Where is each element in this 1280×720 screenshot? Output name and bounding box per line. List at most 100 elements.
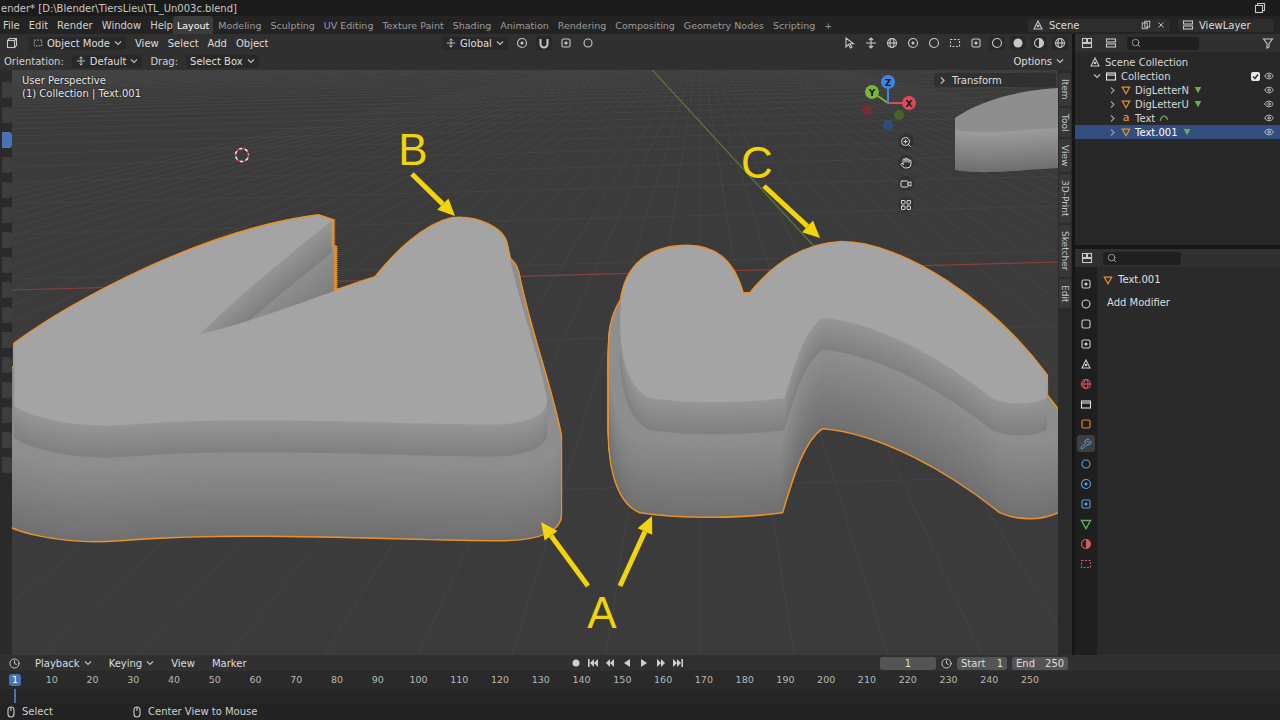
eye-icon[interactable] — [1264, 127, 1274, 137]
current-frame-line[interactable] — [14, 689, 16, 703]
snap-target-button[interactable] — [558, 36, 574, 50]
tool-button[interactable] — [2, 357, 12, 373]
current-frame-field[interactable]: 1 — [880, 657, 936, 670]
zoom-button[interactable] — [898, 134, 914, 149]
viewport-display-button[interactable] — [863, 36, 879, 50]
end-frame-field[interactable]: End250 — [1012, 657, 1068, 670]
letter-fragment[interactable] — [955, 88, 1058, 172]
header-menu-item[interactable]: Add — [208, 38, 227, 49]
editor-type-button[interactable] — [6, 656, 22, 670]
tool-button[interactable] — [2, 182, 12, 198]
tool-button[interactable] — [2, 307, 12, 323]
properties-tab[interactable] — [1077, 475, 1095, 492]
editor-type-button[interactable] — [4, 36, 20, 50]
prev-key-icon[interactable] — [604, 657, 616, 669]
viewport-display-button[interactable] — [905, 36, 921, 50]
jump-start-icon[interactable] — [587, 657, 599, 669]
clock-icon[interactable] — [941, 658, 952, 669]
outliner-row[interactable]: DigLetterN — [1075, 83, 1280, 97]
sidebar-tab[interactable]: Sketcher — [1059, 225, 1071, 277]
viewport-display-button[interactable] — [947, 36, 963, 50]
viewport-display-button[interactable] — [884, 36, 900, 50]
tool-button[interactable] — [2, 132, 12, 148]
editor-type-button[interactable] — [1079, 36, 1095, 50]
sidebar-tab[interactable]: Edit — [1059, 279, 1071, 308]
timeline-menu[interactable]: Playback — [31, 657, 96, 670]
ortho-button[interactable] — [898, 197, 914, 212]
tool-button[interactable] — [2, 107, 12, 123]
eye-icon[interactable] — [1264, 71, 1274, 81]
properties-tab[interactable] — [1077, 315, 1095, 332]
menu-item[interactable]: Help — [150, 20, 173, 31]
outliner-row[interactable]: Text.001 — [1075, 125, 1280, 139]
viewport-display-button[interactable] — [1010, 36, 1026, 50]
workspace-tab[interactable]: Sculpting — [266, 16, 318, 34]
tool-button[interactable] — [2, 332, 12, 348]
properties-tab[interactable] — [1077, 455, 1095, 472]
letter-u[interactable] — [12, 216, 561, 541]
frame-ruler[interactable]: 1102030405060708090100110120130140150160… — [0, 671, 1280, 689]
scene-field[interactable]: Scene — [1028, 19, 1170, 32]
header-menu-item[interactable]: Select — [168, 38, 199, 49]
transform-panel-header[interactable]: Transform — [934, 73, 1056, 87]
workspace-tab[interactable]: Layout — [173, 16, 213, 34]
sidebar-tab[interactable]: Tool — [1059, 108, 1071, 137]
properties-tab[interactable] — [1077, 415, 1095, 432]
3d-viewport[interactable]: XYZABCUser Perspective(1) Collection | T… — [12, 70, 1058, 655]
restore-button[interactable] — [1252, 1, 1268, 15]
outliner-row[interactable]: Scene Collection — [1075, 55, 1280, 69]
workspace-tab[interactable]: Shading — [449, 16, 496, 34]
tool-button[interactable] — [2, 257, 12, 273]
properties-tab[interactable] — [1077, 495, 1095, 512]
workspace-tab[interactable]: Modeling — [214, 16, 265, 34]
viewport-display-button[interactable] — [989, 36, 1005, 50]
next-key-icon[interactable] — [655, 657, 667, 669]
start-frame-field[interactable]: Start1 — [957, 657, 1007, 670]
tool-button[interactable] — [2, 407, 12, 423]
timeline-menu[interactable]: Marker — [208, 657, 251, 670]
menu-item[interactable]: File — [3, 20, 20, 31]
eye-icon[interactable] — [1264, 99, 1274, 109]
proportional-edit-button[interactable] — [580, 36, 596, 50]
tool-button[interactable] — [2, 207, 12, 223]
outliner-row[interactable]: Collection — [1075, 69, 1280, 83]
tool-button[interactable] — [2, 157, 12, 173]
properties-tab[interactable] — [1077, 275, 1095, 292]
snap-button[interactable] — [536, 36, 552, 50]
viewport-display-button[interactable] — [842, 36, 858, 50]
tool-button[interactable] — [2, 432, 12, 448]
outliner-row[interactable]: aText — [1075, 111, 1280, 125]
workspace-tab[interactable]: Scripting — [769, 16, 819, 34]
workspace-tab[interactable]: Animation — [496, 16, 552, 34]
editor-type-button[interactable] — [1079, 251, 1095, 265]
navigation-gizmo[interactable]: XYZ — [862, 75, 916, 130]
pivot-button[interactable] — [514, 36, 530, 50]
drag-setting[interactable]: Select Box — [186, 55, 259, 68]
header-menu-item[interactable]: View — [135, 38, 159, 49]
add-workspace-button[interactable]: + — [820, 16, 836, 34]
timeline-track[interactable] — [0, 689, 1280, 703]
timeline-menu[interactable]: View — [167, 657, 199, 670]
options-dropdown[interactable]: Options — [1009, 55, 1068, 68]
pan-button[interactable] — [898, 155, 914, 170]
collection-checkbox[interactable] — [1251, 72, 1260, 81]
header-menu-item[interactable]: Object — [236, 38, 269, 49]
properties-search[interactable] — [1103, 252, 1181, 265]
properties-tab[interactable] — [1077, 515, 1095, 532]
letter-n[interactable] — [609, 242, 1058, 518]
display-mode-button[interactable] — [1103, 36, 1119, 50]
menu-item[interactable]: Render — [57, 20, 93, 31]
properties-tab[interactable] — [1077, 435, 1095, 452]
orientation-setting[interactable]: Default — [72, 55, 143, 68]
workspace-tab[interactable]: Compositing — [611, 16, 679, 34]
view-layer-field[interactable]: ViewLayer — [1178, 19, 1274, 32]
camera-button[interactable] — [898, 176, 914, 191]
properties-tab[interactable] — [1077, 555, 1095, 572]
menu-item[interactable]: Window — [102, 20, 141, 31]
jump-end-icon[interactable] — [672, 657, 684, 669]
workspace-tab[interactable]: Geometry Nodes — [680, 16, 768, 34]
tool-button[interactable] — [2, 82, 12, 98]
properties-tab[interactable] — [1077, 395, 1095, 412]
outliner-search[interactable] — [1127, 37, 1199, 50]
timeline-menu[interactable]: Keying — [105, 657, 159, 670]
